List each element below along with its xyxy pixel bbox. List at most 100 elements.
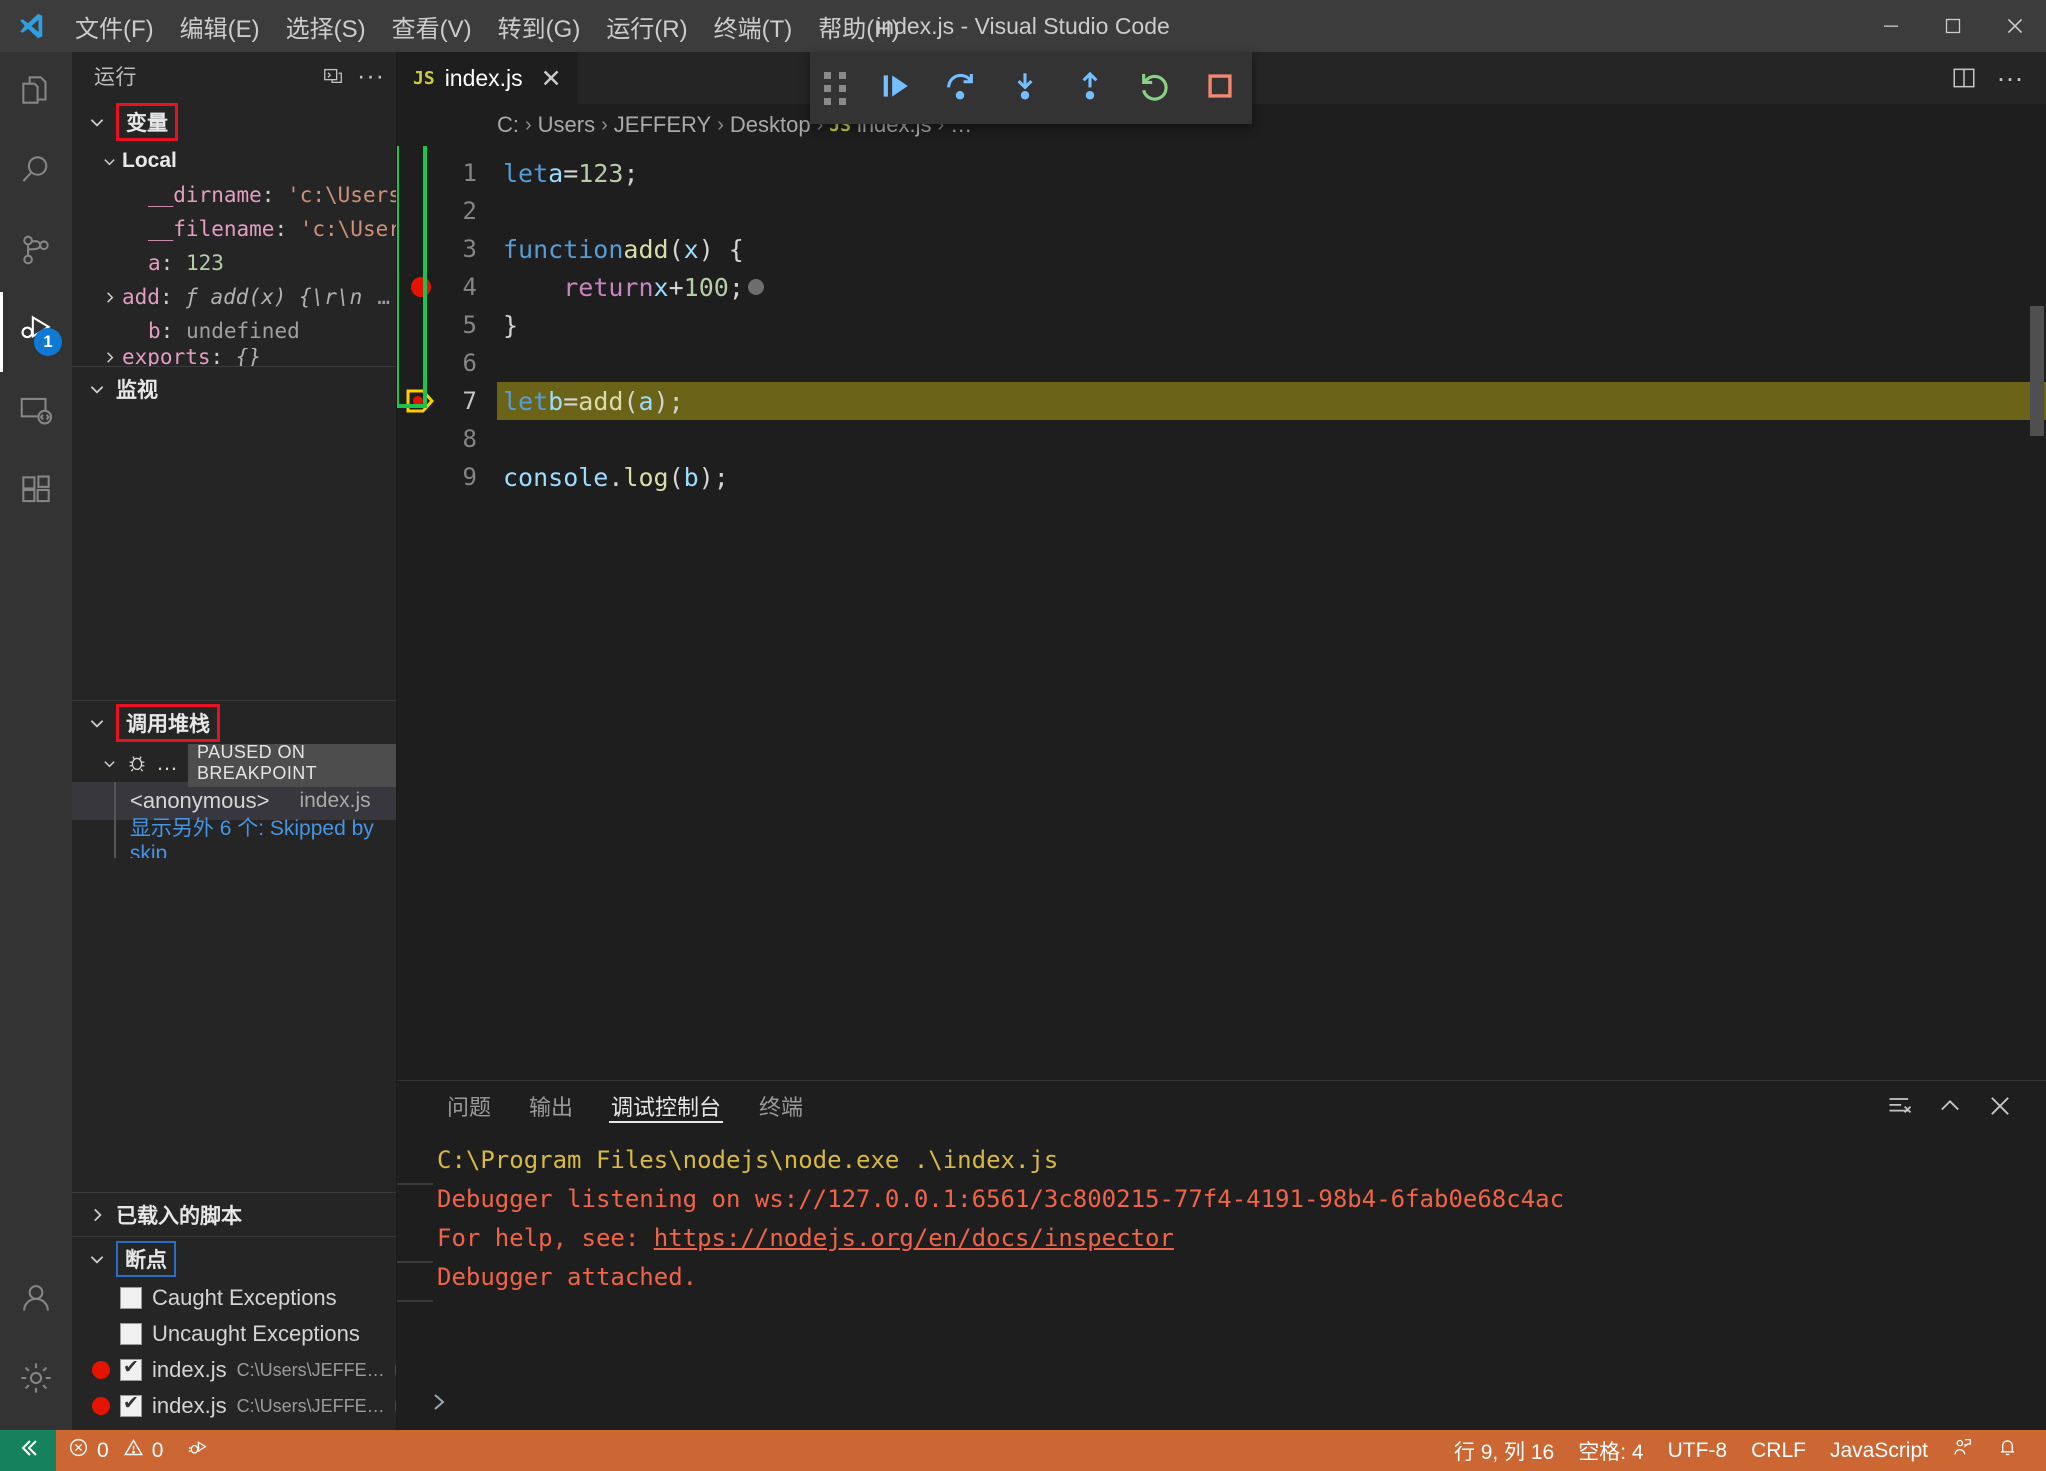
- problems-status[interactable]: 0 0: [56, 1430, 175, 1471]
- drag-handle-icon[interactable]: [810, 72, 862, 105]
- encoding[interactable]: UTF-8: [1656, 1439, 1740, 1463]
- breakpoint-marker-icon[interactable]: [411, 277, 431, 297]
- activity-extensions[interactable]: [0, 452, 72, 532]
- tab-problems[interactable]: 问题: [433, 1081, 505, 1131]
- variable-name: b: [148, 319, 161, 343]
- panel-tab-bar: 问题 输出 调试控制台 终端: [397, 1081, 2046, 1131]
- activity-account[interactable]: [0, 1260, 72, 1340]
- activity-source-control[interactable]: [0, 212, 72, 292]
- breadcrumb-item-jeffery[interactable]: JEFFERY: [614, 112, 711, 138]
- variables-scope-row[interactable]: Local: [72, 144, 396, 178]
- debug-console-output[interactable]: C:\Program Files\nodejs\node.exe .\index…: [397, 1131, 2046, 1380]
- variable-value: {}: [236, 348, 261, 366]
- breakpoint-row[interactable]: Caught Exceptions: [72, 1280, 396, 1316]
- tab-terminal[interactable]: 终端: [745, 1081, 817, 1131]
- stop-button[interactable]: [1187, 52, 1252, 124]
- close-icon[interactable]: ✕: [541, 64, 562, 94]
- chevron-down-icon: [86, 113, 108, 131]
- editor-gutter[interactable]: 1 2 3 4 5 6: [397, 146, 497, 1080]
- breakpoint-checkbox[interactable]: [120, 1287, 142, 1309]
- breakpoint-row[interactable]: Uncaught Exceptions: [72, 1316, 396, 1352]
- activity-run-debug[interactable]: 1: [0, 292, 72, 372]
- menu-help[interactable]: 帮助(H): [805, 0, 912, 52]
- breakpoint-row[interactable]: index.js C:\Users\JEFFE… 4: [72, 1352, 396, 1388]
- menu-terminal[interactable]: 终端(T): [701, 0, 806, 52]
- chevron-up-icon[interactable]: [1930, 1086, 1970, 1126]
- menu-run[interactable]: 运行(R): [593, 0, 700, 52]
- activity-remote-explorer[interactable]: [0, 372, 72, 452]
- code-content[interactable]: let a = 123; function add(x) { return x …: [497, 146, 2046, 1080]
- tab-output[interactable]: 输出: [515, 1081, 587, 1131]
- variable-row[interactable]: exports: {}: [72, 348, 396, 366]
- restart-button[interactable]: [1122, 52, 1187, 124]
- breakpoint-checkbox[interactable]: [120, 1323, 142, 1345]
- tab-debug-console[interactable]: 调试控制台: [597, 1081, 735, 1131]
- step-over-button[interactable]: [927, 52, 992, 124]
- minimize-button[interactable]: [1860, 0, 1922, 52]
- variable-row[interactable]: b: undefined: [72, 314, 396, 348]
- inline-breakpoint-hint-icon[interactable]: [748, 279, 764, 295]
- step-out-button[interactable]: [1057, 52, 1122, 124]
- close-icon[interactable]: [1980, 1086, 2020, 1126]
- tab-index-js[interactable]: JS index.js ✕: [397, 52, 579, 104]
- breadcrumb-item-drive[interactable]: C:: [497, 112, 519, 138]
- chevron-down-icon[interactable]: [96, 756, 122, 771]
- status-bar-right: 行 9, 列 16 空格: 4 UTF-8 CRLF JavaScript: [1442, 1436, 2046, 1466]
- breakpoint-checkbox[interactable]: [120, 1395, 142, 1417]
- more-actions-icon[interactable]: ···: [354, 59, 388, 93]
- debug-status-indicator[interactable]: [175, 1430, 220, 1471]
- debug-console-input[interactable]: [397, 1380, 2046, 1430]
- feedback-button[interactable]: [1940, 1437, 1985, 1464]
- frame-name: <anonymous>: [130, 788, 269, 814]
- breakpoint-label: index.js: [152, 1393, 227, 1419]
- variable-row[interactable]: add: ƒ add(x) {\r\n …: [72, 280, 396, 314]
- callstack-more-row[interactable]: 显示另外 6 个: Skipped by skip: [72, 820, 396, 858]
- variable-row[interactable]: __dirname: 'c:\Users\JE…: [72, 178, 396, 212]
- bug-icon: [126, 752, 148, 774]
- breakpoints-section-header[interactable]: 断点: [72, 1236, 396, 1280]
- menu-go[interactable]: 转到(G): [485, 0, 594, 52]
- step-into-button[interactable]: [992, 52, 1057, 124]
- menu-file[interactable]: 文件(F): [62, 0, 167, 52]
- remote-window-indicator[interactable]: [0, 1430, 56, 1471]
- more-actions-icon[interactable]: ···: [1990, 58, 2030, 98]
- show-more-frames-link[interactable]: 显示另外 6 个: Skipped by skip: [130, 812, 396, 858]
- eol[interactable]: CRLF: [1739, 1439, 1818, 1463]
- continue-button[interactable]: [862, 52, 927, 124]
- breakpoint-checkbox[interactable]: [120, 1359, 142, 1381]
- chevron-down-icon[interactable]: [96, 154, 122, 169]
- code-editor[interactable]: 1 2 3 4 5 6: [397, 146, 2046, 1080]
- menu-edit[interactable]: 编辑(E): [167, 0, 273, 52]
- inspector-doc-link[interactable]: https://nodejs.org/en/docs/inspector: [654, 1224, 1174, 1252]
- breakpoint-row[interactable]: index.js C:\Users\JEFFE… 7: [72, 1388, 396, 1424]
- variable-row[interactable]: a: 123: [72, 246, 396, 280]
- close-button[interactable]: [1984, 0, 2046, 52]
- menu-view[interactable]: 查看(V): [379, 0, 485, 52]
- language-mode[interactable]: JavaScript: [1818, 1439, 1940, 1463]
- breadcrumb-item-users[interactable]: Users: [538, 112, 595, 138]
- menu-selection[interactable]: 选择(S): [273, 0, 379, 52]
- more-actions-glyph: ···: [1997, 65, 2024, 92]
- split-editor-icon[interactable]: [1944, 58, 1984, 98]
- indentation[interactable]: 空格: 4: [1566, 1436, 1655, 1466]
- maximize-button[interactable]: [1922, 0, 1984, 52]
- loaded-scripts-section-header[interactable]: 已载入的脚本: [72, 1192, 396, 1236]
- cursor-position[interactable]: 行 9, 列 16: [1442, 1436, 1566, 1466]
- editor-scrollbar[interactable]: [2030, 306, 2044, 436]
- chevron-right-icon[interactable]: [96, 350, 122, 365]
- activity-settings[interactable]: [0, 1340, 72, 1420]
- variables-section-header[interactable]: 变量: [72, 100, 396, 144]
- clear-console-icon[interactable]: [1880, 1086, 1920, 1126]
- callstack-section-header[interactable]: 调用堆栈: [72, 700, 396, 744]
- variable-value: 'c:\Users\JE…: [287, 183, 396, 207]
- open-debug-console-icon[interactable]: [316, 59, 350, 93]
- activity-explorer[interactable]: [0, 52, 72, 132]
- notifications-button[interactable]: [1985, 1437, 2030, 1464]
- chevron-right-icon[interactable]: [96, 290, 122, 305]
- breadcrumb-item-desktop[interactable]: Desktop: [730, 112, 811, 138]
- sidebar-title-bar: 运行 ···: [72, 52, 396, 100]
- activity-search[interactable]: [0, 132, 72, 212]
- callstack-session-row[interactable]: … PAUSED ON BREAKPOINT: [72, 744, 396, 782]
- variable-row[interactable]: __filename: 'c:\Users\J…: [72, 212, 396, 246]
- watch-section-header[interactable]: 监视: [72, 366, 396, 410]
